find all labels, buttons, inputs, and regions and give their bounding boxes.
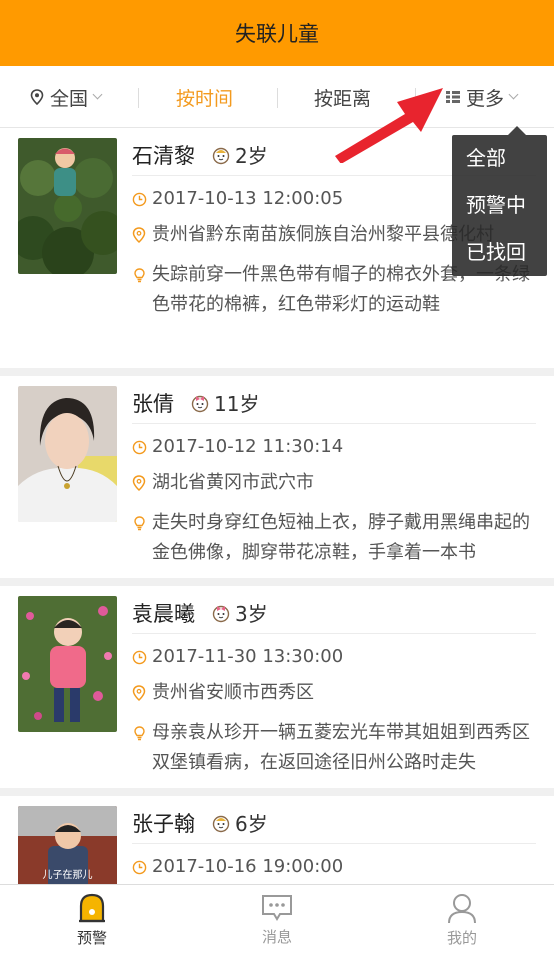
clock-icon: [132, 192, 147, 206]
child-age: 3岁: [235, 602, 268, 626]
child-name: 张子翰: [132, 811, 195, 836]
user-icon: [448, 894, 476, 924]
description-row: 母亲袁从珍开一辆五菱宏光车带其姐姐到西秀区双堡镇看病，在返回途径旧州公路时走失: [132, 718, 536, 778]
boy-face-icon: [212, 147, 230, 164]
tab-alert-label: 预警: [76, 929, 107, 947]
child-name: 石清黎: [132, 143, 195, 168]
boy-face-icon: [212, 815, 230, 832]
clock-icon: [132, 440, 147, 454]
dropdown-item-alerting[interactable]: 预警中: [452, 182, 547, 229]
girl-face-icon: [191, 395, 209, 412]
child-photo: 儿子在那儿: [18, 806, 117, 884]
child-card[interactable]: 儿子在那儿 张子翰 6岁 2017-10-16 19:00:00: [0, 796, 554, 884]
app-header: 失联儿童: [0, 0, 554, 66]
more-filter[interactable]: 更多: [446, 66, 519, 128]
region-filter-label: 全国: [50, 87, 89, 110]
bottom-tab-bar: 预警 消息 我的: [0, 884, 554, 955]
clock-icon: [132, 650, 147, 664]
child-photo: [18, 138, 117, 274]
child-photo: [18, 386, 117, 522]
child-name: 张倩: [132, 391, 174, 416]
divider: [277, 88, 278, 108]
chevron-down-icon: [92, 89, 103, 100]
location-pin-icon: [132, 685, 146, 701]
missing-description: 母亲袁从珍开一辆五菱宏光车带其姐姐到西秀区双堡镇看病，在返回途径旧州公路时走失: [152, 722, 530, 773]
missing-time-row: 2017-10-16 19:00:00: [132, 852, 536, 882]
child-name: 袁晨曦: [132, 601, 195, 626]
location-pin-icon: [132, 227, 146, 243]
dropdown-item-found[interactable]: 已找回: [452, 229, 547, 276]
lightbulb-icon: [134, 268, 145, 283]
girl-face-icon: [212, 605, 230, 622]
child-age: 2岁: [235, 144, 268, 168]
message-icon: [262, 895, 292, 921]
dropdown-item-all[interactable]: 全部: [452, 135, 547, 182]
missing-time: 2017-10-12 11:30:14: [152, 436, 344, 457]
sort-by-time-label: 按时间: [176, 87, 234, 110]
missing-time: 2017-10-16 19:00:00: [152, 856, 344, 877]
annotation-arrow-icon: [335, 88, 443, 163]
tab-messages[interactable]: 消息: [185, 885, 369, 955]
tab-profile-label: 我的: [446, 929, 477, 947]
missing-time: 2017-11-30 13:30:00: [152, 646, 344, 667]
missing-description: 走失时身穿红色短袖上衣，脖子戴用黑绳串起的金色佛像，脚穿带花凉鞋，手拿着一本书: [152, 512, 530, 563]
missing-location: 贵州省安顺市西秀区: [152, 682, 314, 703]
sort-by-time-tab[interactable]: 按时间: [176, 66, 233, 128]
divider: [138, 88, 139, 108]
region-filter[interactable]: 全国: [30, 66, 103, 128]
alert-bell-icon: [79, 893, 105, 923]
location-row: 湖北省黄冈市武穴市: [132, 468, 536, 498]
clock-icon: [132, 860, 147, 874]
child-photo: [18, 596, 117, 732]
missing-time-row: 2017-11-30 13:30:00: [132, 642, 536, 672]
chevron-down-icon: [508, 89, 519, 100]
tab-alert[interactable]: 预警: [0, 885, 184, 955]
tab-messages-label: 消息: [261, 928, 292, 946]
child-card[interactable]: 张倩 11岁 2017-10-12 11:30:14 湖北省黄冈市武穴市 走失时…: [0, 376, 554, 578]
location-pin-icon: [30, 89, 44, 105]
photo-caption: 儿子在那儿: [42, 870, 93, 881]
location-row: 贵州省安顺市西秀区: [132, 678, 536, 708]
lightbulb-icon: [134, 726, 145, 741]
tab-profile[interactable]: 我的: [370, 885, 554, 955]
missing-time-row: 2017-10-12 11:30:14: [132, 432, 536, 462]
child-age: 11岁: [214, 392, 260, 416]
description-row: 走失时身穿红色短袖上衣，脖子戴用黑绳串起的金色佛像，脚穿带花凉鞋，手拿着一本书: [132, 508, 536, 568]
more-filter-dropdown: 全部 预警中 已找回: [452, 126, 547, 276]
page-title: 失联儿童: [235, 22, 319, 46]
more-filter-label: 更多: [466, 87, 505, 110]
location-pin-icon: [132, 475, 146, 491]
filter-bar: 全国 按时间 按距离 更多: [0, 66, 554, 128]
lightbulb-icon: [134, 516, 145, 531]
child-card[interactable]: 袁晨曦 3岁 2017-11-30 13:30:00 贵州省安顺市西秀区 母亲袁…: [0, 586, 554, 788]
child-age: 6岁: [235, 812, 268, 836]
missing-location: 湖北省黄冈市武穴市: [152, 472, 314, 493]
